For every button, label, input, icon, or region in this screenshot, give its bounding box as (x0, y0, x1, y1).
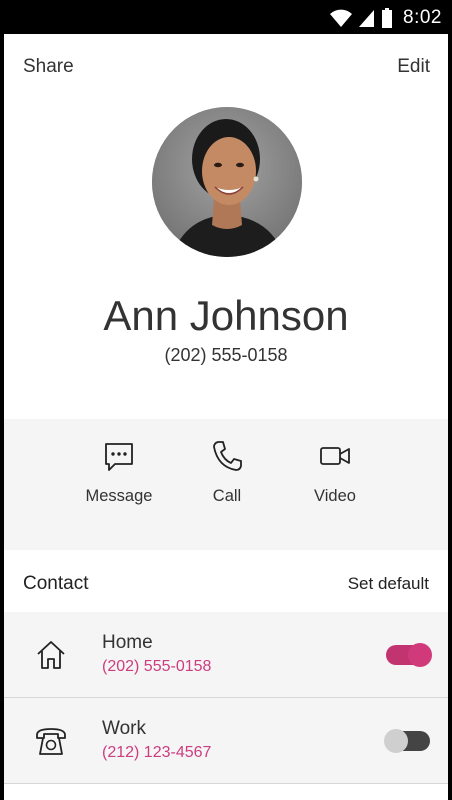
quick-actions-panel: Message Call Video (4, 419, 448, 550)
avatar (152, 107, 302, 257)
contact-phone: (202) 555-0158 (164, 345, 288, 365)
video-label: Video (314, 487, 356, 505)
share-button[interactable]: Share (23, 56, 74, 78)
toggle-knob (408, 643, 432, 667)
signal-icon (359, 10, 375, 27)
battery-icon (382, 8, 393, 28)
video-icon (320, 447, 350, 465)
toggle-knob (384, 729, 408, 753)
call-button[interactable]: Call (172, 439, 282, 506)
phone-icon (213, 441, 242, 471)
contact-section-header: Contact Set default (4, 550, 448, 612)
desk-phone-icon (36, 728, 66, 755)
message-button[interactable]: Message (64, 439, 174, 506)
edit-button[interactable]: Edit (397, 56, 430, 78)
phone-number-list: Home (202) 555-0158 Work (212) 123-4567 (4, 612, 448, 784)
list-item-work[interactable]: Work (212) 123-4567 (4, 698, 448, 784)
top-action-bar: Share Edit (4, 34, 448, 100)
work-default-toggle[interactable] (384, 729, 430, 753)
home-label: Home (102, 632, 153, 653)
home-icon (37, 641, 65, 669)
contact-screen: Share Edit Ann Johnson (202) 555-0158 Me… (4, 34, 448, 800)
set-default-button[interactable]: Set default (348, 574, 429, 594)
message-icon (105, 443, 133, 471)
message-label: Message (85, 487, 153, 505)
home-number: (202) 555-0158 (102, 658, 212, 675)
avatar-photo (152, 107, 302, 257)
wifi-icon (330, 9, 353, 27)
call-label: Call (212, 487, 242, 505)
work-number: (212) 123-4567 (102, 744, 212, 761)
home-default-toggle[interactable] (386, 643, 432, 667)
section-title: Contact (23, 573, 89, 594)
status-time: 8:02 (403, 7, 442, 28)
contact-name: Ann Johnson (103, 292, 349, 339)
work-label: Work (102, 718, 146, 739)
status-icons: 8:02 (329, 7, 442, 29)
video-button[interactable]: Video (280, 439, 390, 506)
status-bar: 8:02 (0, 0, 452, 34)
list-item-home[interactable]: Home (202) 555-0158 (4, 612, 448, 698)
